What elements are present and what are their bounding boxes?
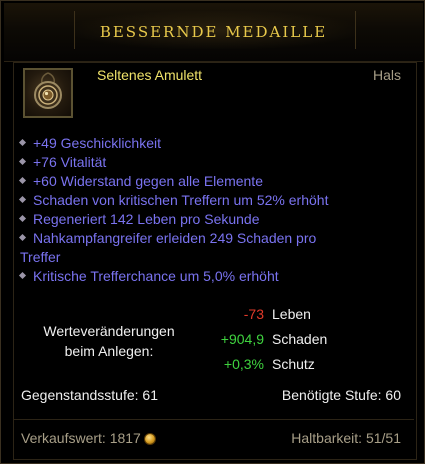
bullet-icon <box>18 271 27 280</box>
affix-line: +76 Vitalität <box>18 153 106 172</box>
affix-line: Kritische Trefferchance um 5,0% erhöht <box>18 267 279 286</box>
durability: Haltbarkeit: 51/51 <box>291 430 401 446</box>
gold-coin-icon <box>144 434 155 444</box>
amulet-icon <box>34 72 62 109</box>
stat-changes-label-line2: beim Anlegen: <box>64 343 154 359</box>
bullet-icon <box>18 176 27 185</box>
affix-line: Nahkampfangreifer erleiden 249 Schaden p… <box>18 229 316 248</box>
footer-divider <box>14 419 414 420</box>
sell-value: Verkaufswert: 1817 <box>21 430 155 446</box>
item-tooltip: BESSERNDE MEDAILLE Seltenes Amulett Hals… <box>0 0 425 464</box>
item-name: BESSERNDE MEDAILLE <box>99 23 328 41</box>
required-level: Benötigte Stufe: 60 <box>281 387 401 403</box>
stat-change-name: Schaden <box>272 331 328 347</box>
bullet-icon <box>18 214 27 223</box>
bullet-icon <box>18 233 27 242</box>
bullet-icon <box>18 138 27 147</box>
bullet-icon <box>18 195 27 204</box>
affix-line-continued: Treffer <box>20 249 61 265</box>
bullet-icon <box>18 157 27 166</box>
item-slot: Hals <box>372 67 401 83</box>
stat-change-value: +0,3% <box>223 356 264 372</box>
stat-changes-label-line1: Werteveränderungen <box>43 323 175 339</box>
stat-change-value: -73 <box>243 306 264 322</box>
sell-value-text: Verkaufswert: 1817 <box>21 430 141 446</box>
affix-line: Regeneriert 142 Leben pro Sekunde <box>18 210 260 229</box>
affix-line: Schaden von kritischen Treffern um 52% e… <box>18 191 328 210</box>
stat-change-name: Leben <box>272 306 311 322</box>
affix-line: +60 Widerstand gegen alle Elemente <box>18 172 263 191</box>
affix-line: +49 Geschicklichkeit <box>18 134 161 153</box>
stat-change-value: +904,9 <box>220 331 264 347</box>
stat-change-name: Schutz <box>272 356 315 372</box>
stat-changes-label: Werteveränderungen beim Anlegen: <box>29 321 189 361</box>
item-level: Gegenstandsstufe: 61 <box>21 387 158 403</box>
item-type: Seltenes Amulett <box>97 67 203 83</box>
